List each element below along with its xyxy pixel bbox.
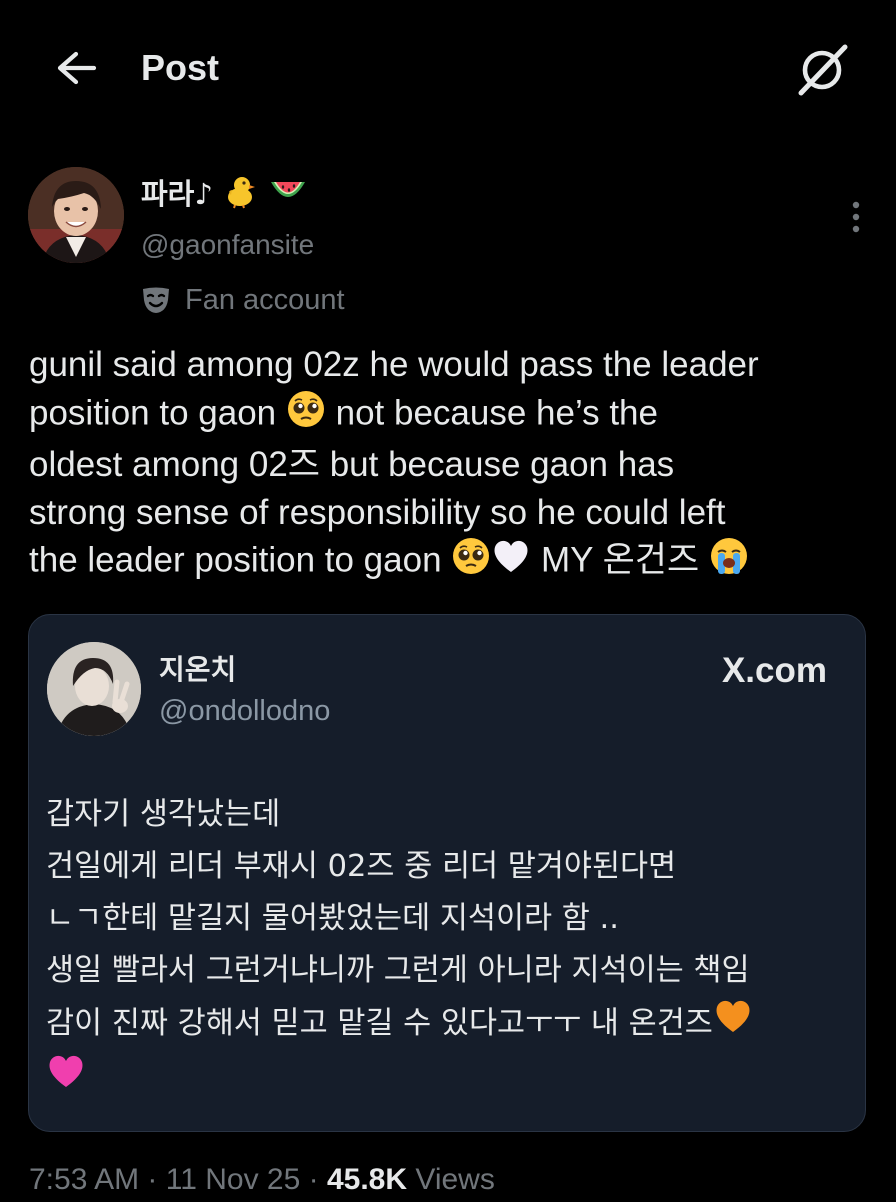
tweet-line: position to gaon not because he’s the [29,389,879,442]
quoted-line: ㄴㄱ한테 맡길지 물어봤었는데 지석이라 함 .. [46,901,619,936]
author-handle[interactable]: @gaonfansite [141,225,314,265]
chick-emoji [223,173,259,219]
post-meta: 7:53 AM · 11 Nov 25 · 45.8K Views [29,1158,495,1202]
views-label: Views [407,1163,495,1196]
tweet-line: oldest among 02즈 but because gaon has [29,445,675,484]
quoted-post-text: 갑자기 생각났는데 건일에게 리더 부재시 02즈 중 리더 맡겨야된다면 ㄴㄱ… [46,789,846,1107]
pink-heart-emoji [46,1052,86,1107]
page-title: Post [141,47,220,88]
quoted-post-card[interactable]: 지온치 @ondollodno X.com 갑자기 생각났는데 건일에게 리더 … [28,614,866,1132]
grok-button[interactable] [792,38,854,100]
fan-account-label: Fan account [141,280,345,320]
quoted-author-name[interactable]: 지온치 [159,650,236,690]
quoted-line: 갑자기 생각났는데 [46,797,281,832]
more-vertical-icon [852,201,860,233]
tweet-line: strong sense of responsibility so he cou… [29,492,726,532]
author-avatar[interactable] [28,167,124,263]
loudly-crying-face-emoji [709,536,749,589]
header-bar: Post [0,0,896,135]
meta-separator: · [139,1163,166,1196]
quoted-avatar-image [47,642,141,736]
fan-account-text: Fan account [185,283,345,316]
author-avatar-image [28,167,124,263]
more-options-button[interactable] [844,197,868,237]
post-time[interactable]: 7:53 AM [29,1163,139,1196]
pleading-face-emoji [451,536,491,589]
pleading-face-emoji [286,389,326,442]
quoted-line: 건일에게 리더 부재시 02즈 중 리더 맡겨야된다면 [46,849,677,884]
quoted-author-handle[interactable]: @ondollodno [159,691,330,731]
post-author: 파라♪ @gaonfansite Fan account [28,167,868,327]
meta-separator: · [300,1163,327,1196]
arrow-left-icon [57,51,97,85]
author-display-name[interactable]: 파라♪ [141,173,307,219]
quoted-line: 생일 빨라서 그런거냐니까 그런게 아니라 지석이는 책임 [46,953,750,988]
quoted-author-avatar[interactable] [47,642,141,736]
tweet-line: gunil said among 02z he would pass the l… [29,345,759,384]
post-date[interactable]: 11 Nov 25 [166,1163,301,1196]
grok-icon [798,44,848,96]
watermelon-emoji [269,176,307,216]
white-heart-emoji [491,537,531,588]
quoted-line [46,1052,846,1107]
orange-heart-emoji [713,997,753,1052]
quoted-source-label[interactable]: X.com [722,649,827,693]
tweet-line: the leader position to gaon MY 온건즈 [29,536,879,589]
back-button[interactable] [50,42,102,94]
tweet-text: gunil said among 02z he would pass the l… [29,341,879,589]
mask-icon [143,287,169,313]
quoted-line: 감이 진짜 강해서 믿고 맡길 수 있다고ㅜㅜ 내 온건즈 [46,997,846,1052]
views-count[interactable]: 45.8K [327,1163,407,1196]
author-name-text: 파라♪ [141,177,213,211]
